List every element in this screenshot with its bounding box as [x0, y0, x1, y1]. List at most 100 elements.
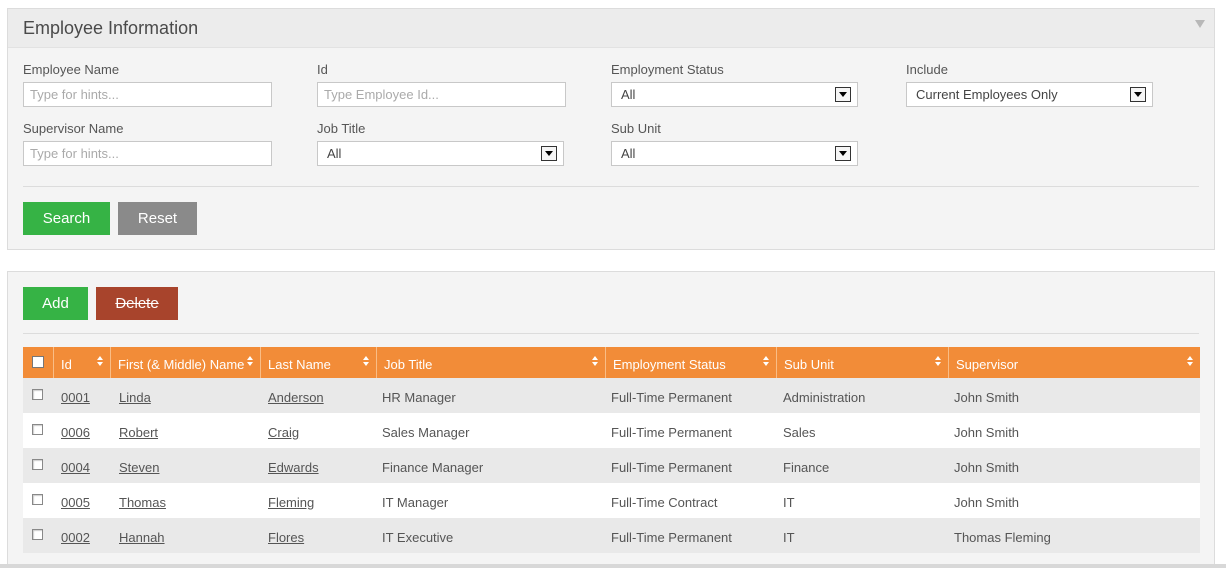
- employee-id-link[interactable]: 0004: [61, 460, 90, 475]
- supervisor-cell: Thomas Fleming: [954, 530, 1051, 545]
- sub-unit-value: All: [621, 146, 636, 161]
- panel-header: Employee Information: [8, 9, 1214, 48]
- include-value: Current Employees Only: [916, 87, 1058, 102]
- row-checkbox[interactable]: [32, 494, 43, 505]
- supervisor-cell: John Smith: [954, 495, 1020, 510]
- dropdown-arrow-icon[interactable]: [541, 146, 557, 161]
- supervisor-cell: John Smith: [954, 425, 1020, 440]
- sub-unit-cell: Finance: [783, 460, 830, 475]
- dropdown-arrow-icon[interactable]: [835, 87, 851, 102]
- column-header-supervisor[interactable]: Supervisor: [949, 347, 1200, 378]
- sub-unit-cell: IT: [783, 495, 795, 510]
- divider: [23, 186, 1199, 187]
- column-label: Last Name: [268, 357, 331, 372]
- employment-status-cell: Full-Time Permanent: [611, 460, 732, 475]
- table-header: Id First (& Middle) Name Last Name Job T…: [23, 347, 1200, 378]
- last-name-link[interactable]: Fleming: [268, 495, 314, 510]
- employment-status-cell: Full-Time Permanent: [611, 425, 732, 440]
- column-label: Sub Unit: [784, 357, 834, 372]
- sort-icon[interactable]: [935, 356, 942, 369]
- last-name-link[interactable]: Craig: [268, 425, 299, 440]
- column-label: Supervisor: [956, 357, 1019, 372]
- sub-unit-cell: IT: [783, 530, 795, 545]
- reset-button[interactable]: Reset: [118, 202, 197, 235]
- job-title-cell: Sales Manager: [382, 425, 470, 440]
- select-all-checkbox[interactable]: [32, 356, 44, 368]
- first-name-link[interactable]: Steven: [119, 460, 159, 475]
- column-header-job-title[interactable]: Job Title: [377, 347, 606, 378]
- sort-icon[interactable]: [97, 356, 104, 369]
- employment-status-select[interactable]: All: [611, 82, 858, 107]
- employment-status-value: All: [621, 87, 636, 102]
- column-label: Employment Status: [613, 357, 726, 372]
- employee-name-label: Employee Name: [23, 62, 120, 77]
- column-label: Job Title: [384, 357, 433, 372]
- sort-icon[interactable]: [592, 356, 599, 369]
- column-header-first-name[interactable]: First (& Middle) Name: [111, 347, 261, 378]
- employment-status-cell: Full-Time Contract: [611, 495, 718, 510]
- sub-unit-select[interactable]: All: [611, 141, 858, 166]
- job-title-select[interactable]: All: [317, 141, 564, 166]
- id-label: Id: [317, 62, 328, 77]
- job-title-cell: Finance Manager: [382, 460, 484, 475]
- job-title-cell: HR Manager: [382, 390, 456, 405]
- row-checkbox[interactable]: [32, 389, 43, 400]
- column-header-id[interactable]: Id: [54, 347, 111, 378]
- header-checkbox-cell: [23, 347, 54, 378]
- column-label: Id: [61, 357, 72, 372]
- search-button[interactable]: Search: [23, 202, 110, 235]
- employee-id-link[interactable]: 0005: [61, 495, 90, 510]
- collapse-toggle-icon[interactable]: [1195, 20, 1205, 28]
- dropdown-arrow-icon[interactable]: [835, 146, 851, 161]
- job-title-cell: IT Executive: [382, 530, 454, 545]
- column-header-employment-status[interactable]: Employment Status: [606, 347, 777, 378]
- job-title-value: All: [327, 146, 342, 161]
- first-name-link[interactable]: Hannah: [119, 530, 165, 545]
- supervisor-cell: John Smith: [954, 390, 1020, 405]
- last-name-link[interactable]: Edwards: [268, 460, 319, 475]
- table-row: 0006 Robert Craig Sales Manager Full-Tim…: [23, 413, 1200, 448]
- job-title-cell: IT Manager: [382, 495, 449, 510]
- table-row: 0002 Hannah Flores IT Executive Full-Tim…: [23, 518, 1200, 553]
- last-name-link[interactable]: Anderson: [268, 390, 324, 405]
- sort-icon[interactable]: [247, 356, 254, 369]
- sort-icon[interactable]: [763, 356, 770, 369]
- supervisor-cell: John Smith: [954, 460, 1020, 475]
- row-checkbox[interactable]: [32, 459, 43, 470]
- sort-icon[interactable]: [363, 356, 370, 369]
- first-name-link[interactable]: Thomas: [119, 495, 166, 510]
- employee-list-panel: Add Delete Id First (& Middle) Name Last…: [7, 271, 1215, 568]
- column-header-sub-unit[interactable]: Sub Unit: [777, 347, 949, 378]
- sort-icon[interactable]: [1187, 356, 1194, 369]
- dropdown-arrow-icon[interactable]: [1130, 87, 1146, 102]
- column-header-last-name[interactable]: Last Name: [261, 347, 377, 378]
- row-checkbox[interactable]: [32, 529, 43, 540]
- sub-unit-label: Sub Unit: [611, 121, 661, 136]
- supervisor-name-input[interactable]: [23, 141, 272, 166]
- job-title-label: Job Title: [317, 121, 366, 136]
- employee-id-input[interactable]: [317, 82, 566, 107]
- row-checkbox[interactable]: [32, 424, 43, 435]
- bottom-scroll-edge: [0, 564, 1226, 568]
- divider: [23, 333, 1199, 334]
- employee-search-panel: Employee Information Employee Name Id Em…: [7, 8, 1215, 250]
- column-label: First (& Middle) Name: [118, 357, 245, 372]
- employment-status-cell: Full-Time Permanent: [611, 530, 732, 545]
- include-select[interactable]: Current Employees Only: [906, 82, 1153, 107]
- first-name-link[interactable]: Linda: [119, 390, 151, 405]
- sub-unit-cell: Administration: [783, 390, 866, 405]
- employee-id-link[interactable]: 0001: [61, 390, 90, 405]
- table-row: 0005 Thomas Fleming IT Manager Full-Time…: [23, 483, 1200, 518]
- employee-id-link[interactable]: 0002: [61, 530, 90, 545]
- employee-name-input[interactable]: [23, 82, 272, 107]
- add-button[interactable]: Add: [23, 287, 88, 320]
- panel-title: Employee Information: [23, 18, 199, 38]
- include-label: Include: [906, 62, 948, 77]
- delete-button[interactable]: Delete: [96, 287, 178, 320]
- last-name-link[interactable]: Flores: [268, 530, 304, 545]
- employee-id-link[interactable]: 0006: [61, 425, 90, 440]
- table-row: 0004 Steven Edwards Finance Manager Full…: [23, 448, 1200, 483]
- first-name-link[interactable]: Robert: [119, 425, 158, 440]
- sub-unit-cell: Sales: [783, 425, 816, 440]
- employment-status-cell: Full-Time Permanent: [611, 390, 732, 405]
